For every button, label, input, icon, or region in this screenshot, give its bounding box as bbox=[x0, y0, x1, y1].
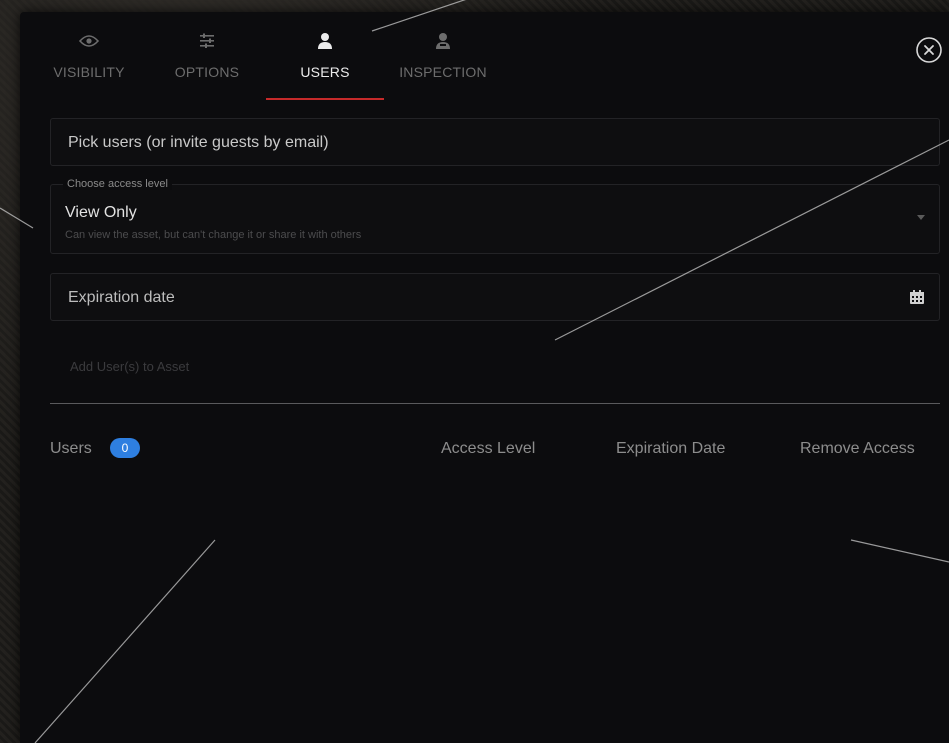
tab-visibility[interactable]: VISIBILITY bbox=[30, 20, 148, 100]
expiration-date-input[interactable]: Expiration date bbox=[50, 273, 940, 321]
add-users-button[interactable]: Add User(s) to Asset bbox=[52, 352, 207, 382]
user-badge-icon bbox=[384, 31, 502, 51]
expiration-date-placeholder: Expiration date bbox=[68, 289, 175, 306]
tab-underline bbox=[148, 98, 266, 100]
tab-options[interactable]: OPTIONS bbox=[148, 20, 266, 100]
user-icon bbox=[266, 31, 384, 51]
tab-bar: VISIBILITY OPTIONS USERS INSPECTION bbox=[30, 20, 502, 100]
divider bbox=[50, 403, 940, 404]
calendar-icon[interactable] bbox=[909, 289, 925, 305]
tab-users-label: USERS bbox=[300, 64, 350, 80]
users-label: Users bbox=[50, 440, 92, 457]
access-level-description: Can view the asset, but can't change it … bbox=[65, 229, 362, 241]
tab-inspection[interactable]: INSPECTION bbox=[384, 20, 502, 100]
users-count-badge: 0 bbox=[110, 438, 140, 458]
tab-underline bbox=[384, 98, 502, 100]
users-table-header: Users 0 Access Level Expiration Date Rem… bbox=[50, 436, 940, 462]
tab-underline bbox=[30, 98, 148, 100]
access-level-value: View Only bbox=[65, 204, 137, 221]
chevron-down-icon bbox=[917, 215, 925, 220]
tab-inspection-label: INSPECTION bbox=[399, 64, 487, 80]
close-button[interactable] bbox=[915, 36, 943, 64]
column-access-level: Access Level bbox=[441, 440, 536, 457]
tab-options-label: OPTIONS bbox=[174, 64, 240, 80]
access-level-select[interactable]: Choose access level View Only Can view t… bbox=[50, 178, 940, 254]
tab-visibility-label: VISIBILITY bbox=[53, 64, 125, 80]
close-icon bbox=[916, 37, 942, 63]
eye-icon bbox=[30, 31, 148, 51]
sliders-icon bbox=[148, 31, 266, 51]
pick-users-placeholder: Pick users (or invite guests by email) bbox=[68, 134, 329, 151]
access-level-legend: Choose access level bbox=[63, 178, 172, 190]
tab-underline-active bbox=[266, 98, 384, 100]
tab-users[interactable]: USERS bbox=[266, 20, 384, 100]
pick-users-input[interactable]: Pick users (or invite guests by email) bbox=[50, 118, 940, 166]
column-expiration-date: Expiration Date bbox=[616, 440, 726, 457]
column-remove-access: Remove Access bbox=[800, 440, 915, 457]
